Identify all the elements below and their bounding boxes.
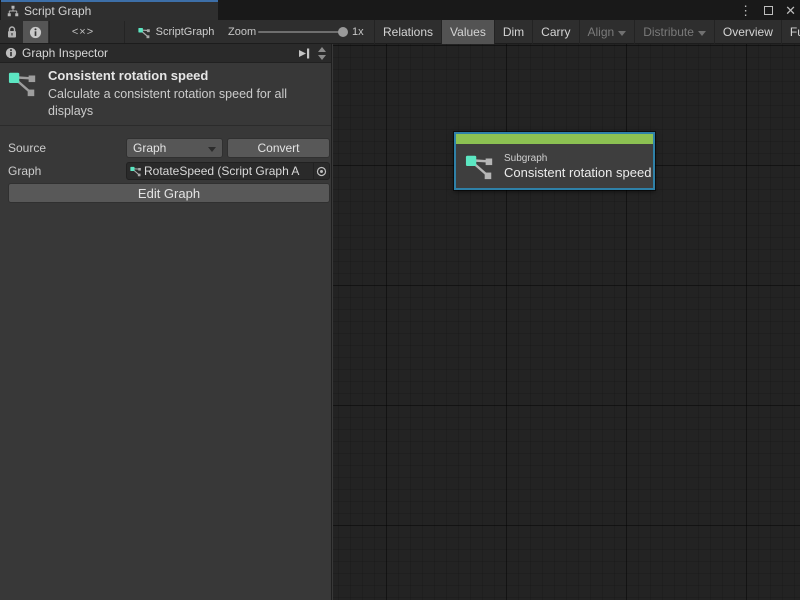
window-menu-icon[interactable]: ⋮ xyxy=(739,4,752,17)
node-header-bar xyxy=(456,134,653,144)
panel-title: Graph Inspector xyxy=(22,46,108,60)
breadcrumb-label: ScriptGraph xyxy=(156,26,215,38)
dock-panel-icon[interactable] xyxy=(297,47,311,60)
graph-canvas[interactable]: Subgraph Consistent rotation speed xyxy=(333,44,800,600)
script-graph-window: Script Graph ⋮ ✕ xyxy=(0,0,800,600)
code-view-button[interactable]: <×> xyxy=(62,21,104,43)
dim-button[interactable]: Dim xyxy=(494,20,532,44)
source-dropdown[interactable]: Graph xyxy=(126,138,223,158)
chevron-down-icon xyxy=(698,31,706,36)
align-dropdown[interactable]: Align xyxy=(579,20,635,44)
zoom-value: 1x xyxy=(352,20,364,44)
overview-button[interactable]: Overview xyxy=(714,20,781,44)
chevron-down-icon xyxy=(208,147,216,152)
lock-button[interactable] xyxy=(2,21,22,43)
tab-script-graph[interactable]: Script Graph xyxy=(1,0,218,20)
graph-toolbar: <×> ScriptGraph Zoom 1x Relations xyxy=(0,20,800,44)
source-dropdown-value: Graph xyxy=(133,141,208,155)
script-graph-icon xyxy=(138,26,151,39)
object-picker-button[interactable] xyxy=(313,163,329,179)
graph-object-value: RotateSpeed (Script Graph A xyxy=(144,164,313,178)
source-label: Source xyxy=(8,141,46,155)
lock-icon xyxy=(6,26,18,39)
script-graph-icon xyxy=(8,68,38,98)
tab-title: Script Graph xyxy=(24,4,91,18)
node-title-label: Consistent rotation speed xyxy=(504,165,651,180)
values-button[interactable]: Values xyxy=(441,20,494,44)
edit-graph-button[interactable]: Edit Graph xyxy=(8,183,330,203)
close-icon[interactable]: ✕ xyxy=(785,4,796,17)
carry-button[interactable]: Carry xyxy=(532,20,578,44)
graph-object-field[interactable]: RotateSpeed (Script Graph A xyxy=(126,162,330,180)
fullscreen-button[interactable]: Full Screen xyxy=(781,20,800,44)
chevron-down-icon xyxy=(618,31,626,36)
node-body: Subgraph Consistent rotation speed xyxy=(456,144,653,188)
code-view-icon: <×> xyxy=(72,26,94,38)
toolbar-separator xyxy=(49,21,50,43)
distribute-dropdown[interactable]: Distribute xyxy=(634,20,714,44)
graph-label: Graph xyxy=(8,164,41,178)
breadcrumb-scriptgraph[interactable]: ScriptGraph xyxy=(130,21,222,43)
convert-button[interactable]: Convert xyxy=(227,138,330,158)
inspector-toggle-button[interactable] xyxy=(23,21,48,43)
script-graph-icon xyxy=(465,151,495,181)
scroll-down-icon[interactable] xyxy=(318,55,326,60)
window-controls: ⋮ ✕ xyxy=(739,0,796,20)
script-graph-window-icon xyxy=(7,5,19,17)
graph-inspector-panel: Graph Inspector xyxy=(0,44,332,600)
panel-scroll-spinner[interactable] xyxy=(315,47,329,60)
inspected-node-description: Calculate a consistent rotation speed fo… xyxy=(48,86,316,120)
node-type-label: Subgraph xyxy=(504,153,651,164)
zoom-slider-handle[interactable] xyxy=(338,27,348,37)
section-divider xyxy=(0,125,331,126)
zoom-label: Zoom xyxy=(228,20,256,44)
tab-bar: Script Graph ⋮ ✕ xyxy=(0,0,800,20)
zoom-slider[interactable] xyxy=(258,31,346,33)
info-icon xyxy=(5,47,17,59)
inspected-node-title: Consistent rotation speed xyxy=(48,68,208,83)
relations-button[interactable]: Relations xyxy=(374,20,441,44)
scroll-up-icon[interactable] xyxy=(318,47,326,52)
toolbar-separator xyxy=(124,21,125,43)
subgraph-node[interactable]: Subgraph Consistent rotation speed xyxy=(454,132,655,190)
maximize-icon[interactable] xyxy=(764,6,773,15)
info-icon xyxy=(29,26,42,39)
graph-inspector-header: Graph Inspector xyxy=(0,44,331,63)
object-picker-icon xyxy=(316,166,327,177)
toolbar-buttons: Relations Values Dim Carry Align Distrib… xyxy=(374,20,800,44)
script-graph-icon xyxy=(130,165,142,177)
